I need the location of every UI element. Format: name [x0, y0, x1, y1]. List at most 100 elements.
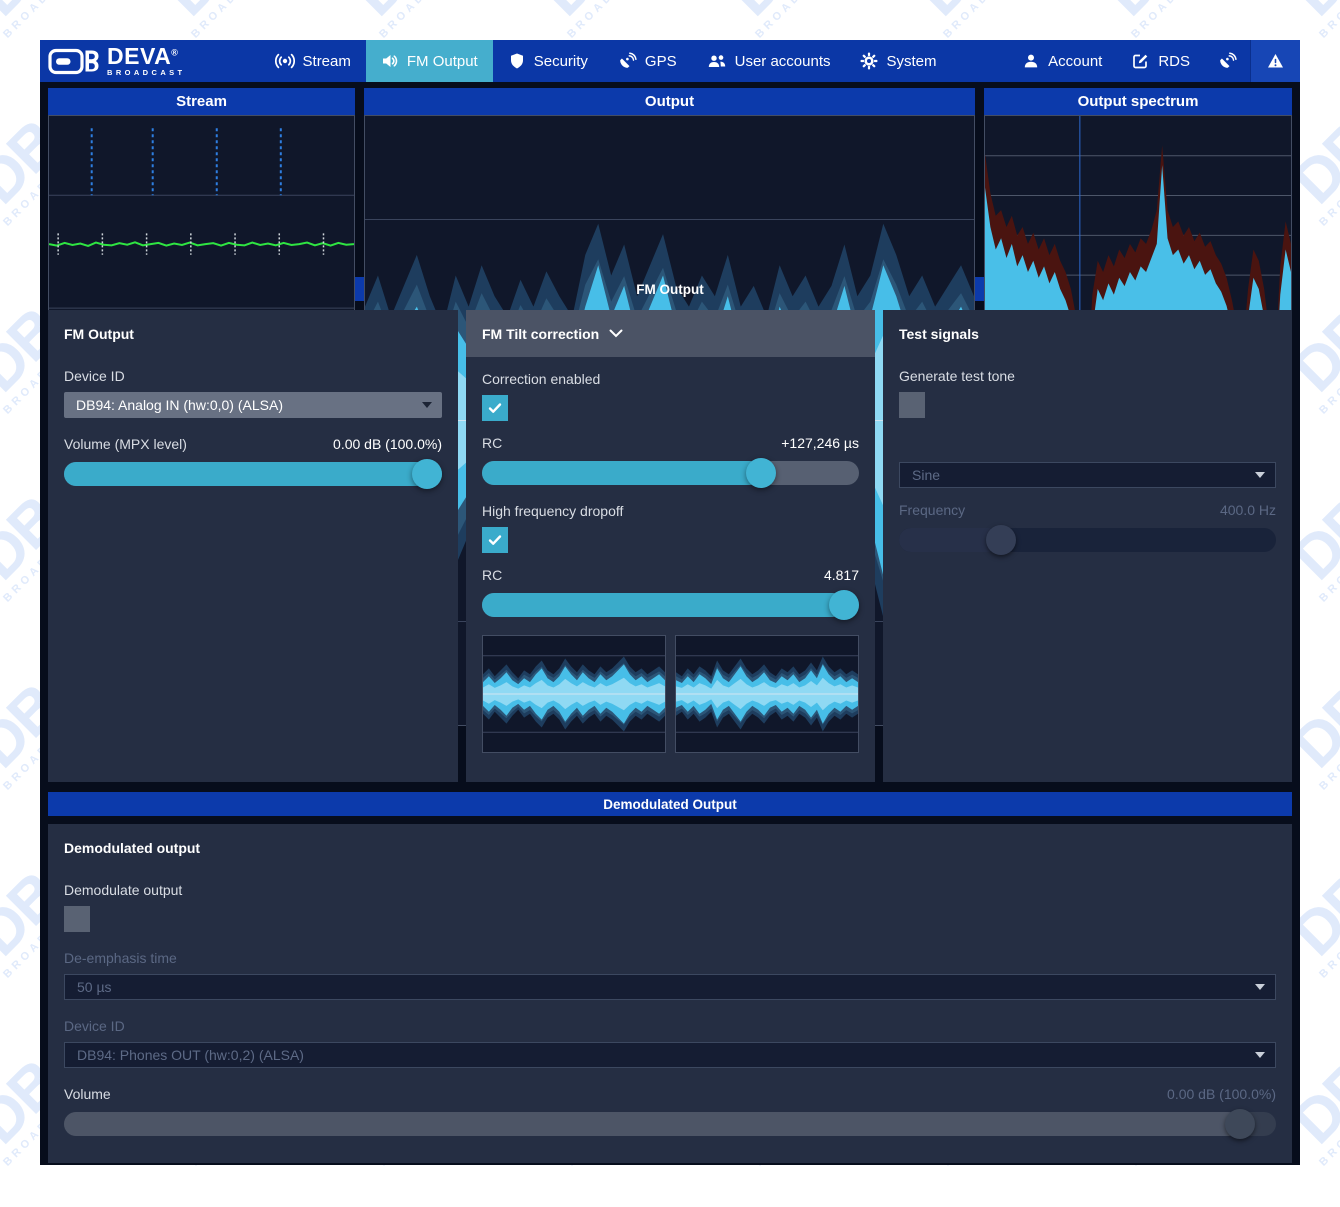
nav-item-stream[interactable]: Stream [260, 40, 366, 82]
chevron-down-icon [1255, 1052, 1265, 1058]
nav-label: Stream [302, 52, 351, 70]
demod-device-id-label: Device ID [64, 1018, 125, 1034]
stream-chart-panel: Stream [48, 88, 355, 422]
rc1-slider[interactable] [482, 458, 859, 488]
chevron-down-icon [1255, 984, 1265, 990]
rc2-row: RC 4.817 [482, 567, 859, 583]
slider-fill [64, 462, 442, 486]
fm-tilt-body: Correction enabled RC +127,246 µs High f… [466, 371, 875, 769]
dropoff-label: High frequency dropoff [482, 503, 624, 519]
nav-menu: Stream FM Output Security GPS User accou… [260, 40, 952, 82]
nav-item-user-accounts[interactable]: User accounts [692, 40, 846, 82]
demod-volume-slider[interactable] [64, 1109, 1276, 1139]
alarm-warning-icon [1266, 52, 1285, 70]
broadcast-icon [274, 52, 295, 70]
slider-thumb[interactable] [985, 525, 1016, 555]
alarm-button[interactable] [1250, 40, 1300, 82]
correction-enabled-checkbox[interactable] [482, 395, 508, 421]
volume-label: Volume (MPX level) [64, 436, 187, 452]
top-nav: DEVA® BROADCAST Stream FM Output Securit… [40, 40, 1300, 82]
brand-text: DEVA® BROADCAST [107, 43, 186, 78]
satellite-link-button[interactable] [1205, 40, 1250, 82]
nav-label: FM Output [406, 52, 478, 70]
rds-edit-icon [1132, 52, 1150, 70]
nav-label: Account [1048, 52, 1103, 70]
satellite-link-icon [1218, 52, 1237, 70]
nav-item-rds[interactable]: RDS [1117, 40, 1205, 82]
deemphasis-select[interactable]: 50 µs [64, 974, 1276, 1000]
deemphasis-label: De-emphasis time [64, 950, 177, 966]
speaker-icon [381, 52, 399, 70]
demodulated-output-panel: Demodulated output Demodulate output De-… [48, 824, 1292, 1163]
device-id-select[interactable]: DB94: Analog IN (hw:0,0) (ALSA) [64, 392, 442, 418]
demod-device-id-select[interactable]: DB94: Phones OUT (hw:0,2) (ALSA) [64, 1042, 1276, 1068]
device-id-value: DB94: Analog IN (hw:0,0) (ALSA) [76, 397, 283, 413]
chevron-down-icon [1255, 472, 1265, 478]
nav-label: System [886, 52, 937, 70]
generate-test-tone-checkbox[interactable] [899, 392, 925, 418]
deemphasis-value: 50 µs [77, 979, 112, 995]
device-id-label: Device ID [64, 368, 125, 384]
tilt-preview-chart-b [675, 635, 859, 753]
frequency-label: Frequency [899, 502, 966, 518]
rc1-value: +127,246 µs [781, 435, 859, 451]
test-signals-title: Test signals [899, 326, 979, 342]
slider-thumb[interactable] [412, 459, 442, 489]
check-icon [488, 535, 502, 545]
nav-item-gps[interactable]: GPS [603, 40, 692, 82]
rc1-row: RC +127,246 µs [482, 435, 859, 451]
nav-item-system[interactable]: System [845, 40, 951, 82]
slider-thumb[interactable] [745, 458, 776, 488]
rc1-label: RC [482, 435, 503, 451]
page: DBBROADCASTDBBROADCASTDBBROADCASTDBBROAD… [0, 0, 1340, 1207]
demodulated-section-bar: Demodulated Output [48, 792, 1292, 816]
nav-item-account[interactable]: Account [1007, 40, 1117, 82]
fm-tilt-header[interactable]: FM Tilt correction [466, 310, 875, 357]
demod-volume-label: Volume [64, 1086, 111, 1102]
nav-item-fm-output[interactable]: FM Output [365, 40, 493, 82]
nav-item-security[interactable]: Security [493, 40, 603, 82]
waveform-select[interactable]: Sine [899, 462, 1276, 488]
fm-output-panel-title: FM Output [64, 326, 134, 342]
correction-enabled-label: Correction enabled [482, 371, 601, 387]
nav-label: User accounts [734, 52, 831, 70]
fm-tilt-title: FM Tilt correction [482, 325, 600, 342]
nav-label: GPS [644, 52, 677, 70]
test-signals-panel: Test signals Generate test tone Sine Fre… [883, 310, 1292, 782]
demodulate-output-label: Demodulate output [64, 882, 183, 898]
volume-value: 0.00 dB (100.0%) [333, 436, 442, 452]
check-icon [488, 403, 502, 413]
generate-test-tone-label: Generate test tone [899, 368, 1015, 384]
shield-icon [508, 52, 526, 70]
rc2-value: 4.817 [823, 567, 859, 583]
demod-volume-row: Volume 0.00 dB (100.0%) [64, 1086, 1276, 1102]
fm-tilt-panel: FM Tilt correction Correction enabled RC… [466, 310, 875, 782]
demod-volume-value: 0.00 dB (100.0%) [1167, 1086, 1276, 1102]
nav-right: Account RDS [1007, 40, 1300, 82]
satellite-icon [618, 52, 637, 70]
slider-thumb[interactable] [1224, 1109, 1255, 1139]
volume-row: Volume (MPX level) 0.00 dB (100.0%) [64, 436, 442, 452]
rc2-label: RC [482, 567, 503, 583]
spectrum-chart-title: Output spectrum [984, 88, 1292, 115]
dropoff-checkbox[interactable] [482, 527, 508, 553]
users-icon [707, 52, 727, 70]
brand-logo[interactable]: DEVA® BROADCAST [40, 40, 200, 82]
volume-slider[interactable] [64, 459, 442, 489]
app-window: DEVA® BROADCAST Stream FM Output Securit… [40, 40, 1300, 1165]
frequency-row: Frequency 400.0 Hz [899, 502, 1276, 518]
nav-label: Security [533, 52, 588, 70]
db-logo-icon [48, 48, 100, 75]
frequency-slider[interactable] [899, 525, 1276, 555]
rc2-slider[interactable] [482, 590, 859, 620]
user-icon [1022, 52, 1040, 70]
spectrum-chart-panel: Output spectrum [984, 88, 1292, 423]
slider-thumb[interactable] [828, 590, 859, 620]
chevron-down-icon [609, 329, 623, 338]
demodulate-output-checkbox[interactable] [64, 906, 90, 932]
demod-device-id-value: DB94: Phones OUT (hw:0,2) (ALSA) [77, 1047, 304, 1063]
charts-row: Stream Output Output spectrum [48, 88, 1292, 726]
slider-fill [64, 1112, 1240, 1136]
output-chart-title: Output [364, 88, 975, 115]
chevron-down-icon [422, 402, 432, 408]
